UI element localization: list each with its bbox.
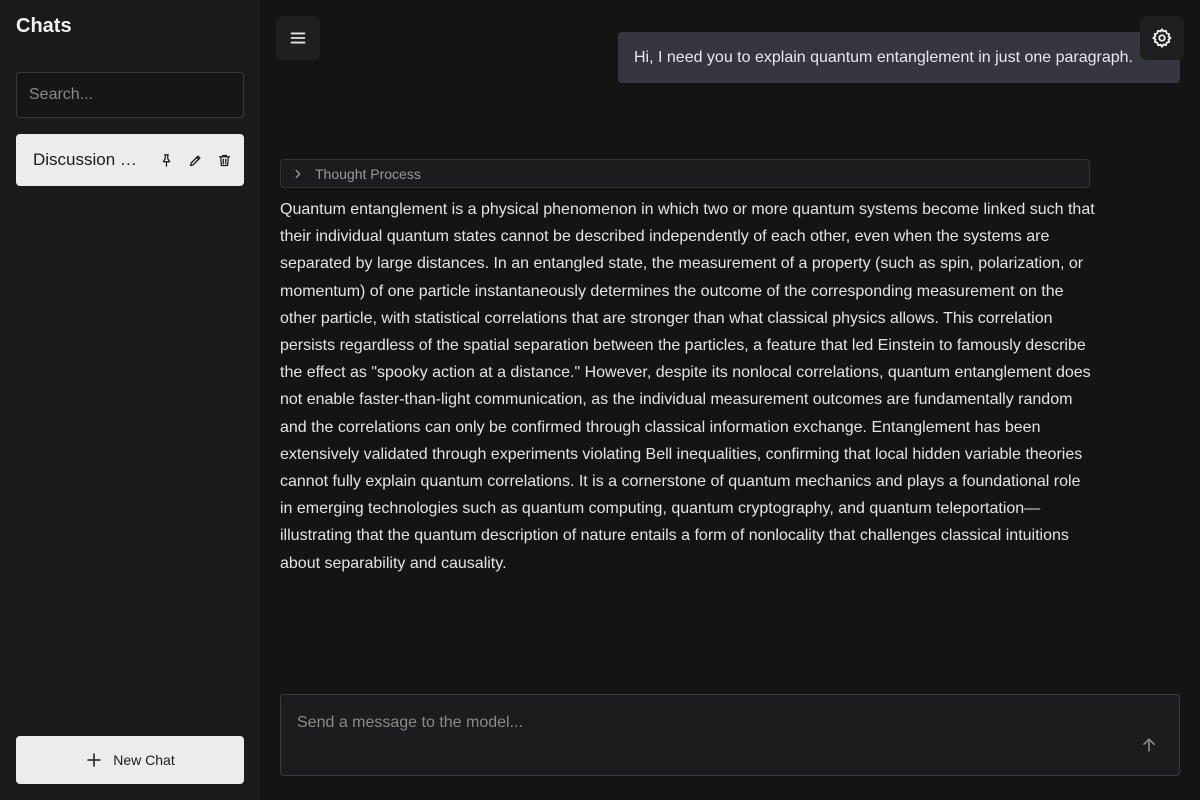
thought-process-label: Thought Process [315,165,421,182]
sidebar-title: Chats [16,15,72,37]
app-window: Chats Discussion on Quantum Entanglement [0,0,1200,800]
sidebar-item-chat[interactable]: Discussion on Quantum Entanglement [16,134,244,186]
assistant-message: Quantum entanglement is a physical pheno… [280,201,1095,572]
sidebar: Chats Discussion on Quantum Entanglement [0,0,260,800]
user-message: Hi, I need you to explain quantum entang… [618,32,1180,83]
trash-icon[interactable] [214,150,234,170]
new-chat-label: New Chat [113,752,175,768]
send-button[interactable] [1137,733,1161,757]
new-chat-button[interactable]: New Chat [16,736,244,784]
chevron-right-icon [291,167,305,181]
menu-button[interactable] [276,16,320,60]
search-input[interactable] [16,72,244,118]
settings-button[interactable] [1140,16,1184,60]
message-composer [280,694,1180,776]
message-input[interactable] [297,711,1117,735]
gear-icon [1151,27,1173,49]
hamburger-menu-icon [287,27,309,49]
thought-process-toggle[interactable]: Thought Process [280,159,1090,188]
arrow-up-icon [1139,735,1159,755]
plus-icon [85,751,103,769]
pencil-icon[interactable] [185,150,205,170]
sidebar-item-label: Discussion on Quantum Entanglement [33,150,137,169]
pin-icon[interactable] [156,150,176,170]
